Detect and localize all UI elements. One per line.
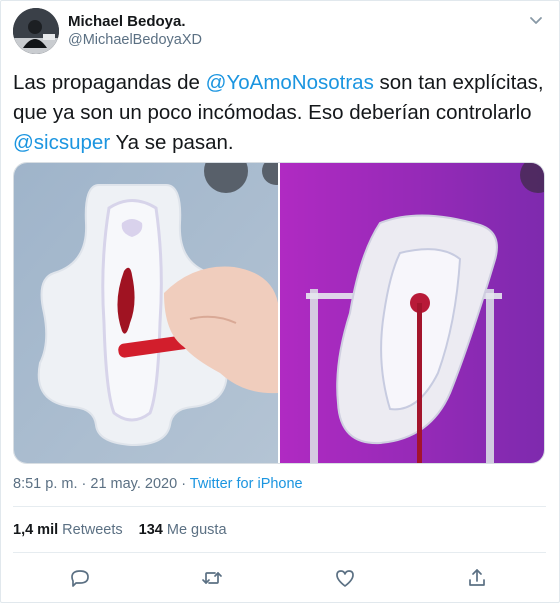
- share-icon[interactable]: [465, 566, 489, 590]
- retweets-label: Retweets: [62, 522, 123, 538]
- tweet-media: [13, 162, 545, 464]
- mention-sicsuper[interactable]: @sicsuper: [13, 131, 110, 154]
- tweet-time[interactable]: 8:51 p. m.: [13, 476, 77, 492]
- tweet-text: Las propagandas de @YoAmoNosotras son ta…: [13, 68, 548, 158]
- tweet-text-part: Ya se pasan.: [110, 131, 234, 154]
- author-handle[interactable]: @MichaelBedoyaXD: [68, 32, 202, 48]
- retweet-icon[interactable]: [200, 566, 224, 590]
- meta-separator: ·: [77, 476, 91, 492]
- likes-stat[interactable]: 134 Me gusta: [139, 522, 227, 538]
- heart-icon[interactable]: [333, 566, 357, 590]
- tweet-actions: [0, 566, 560, 590]
- media-photo-left[interactable]: [14, 163, 290, 463]
- divider: [13, 506, 546, 507]
- media-photo-right[interactable]: [280, 163, 544, 463]
- author-name[interactable]: Michael Bedoya.: [68, 13, 186, 30]
- mention-yoamonosotras[interactable]: @YoAmoNosotras: [206, 71, 374, 94]
- divider: [13, 552, 546, 553]
- likes-label: Me gusta: [166, 522, 227, 538]
- retweets-count: 1,4 mil: [13, 522, 59, 538]
- meta-separator: ·: [177, 476, 190, 492]
- avatar-photo: [13, 8, 59, 54]
- tweet-stats: 1,4 mil Retweets 134 Me gusta: [13, 522, 227, 538]
- tweet-text-part: Las propagandas de: [13, 71, 206, 94]
- tweet-date[interactable]: 21 may. 2020: [90, 476, 177, 492]
- retweets-stat[interactable]: 1,4 mil Retweets: [13, 522, 123, 538]
- tweet-meta: 8:51 p. m. · 21 may. 2020 · Twitter for …: [13, 476, 303, 492]
- avatar[interactable]: [13, 8, 59, 54]
- reply-icon[interactable]: [68, 566, 92, 590]
- chevron-down-icon[interactable]: [526, 10, 546, 30]
- likes-count: 134: [138, 522, 163, 538]
- tweet-source-link[interactable]: Twitter for iPhone: [190, 476, 303, 492]
